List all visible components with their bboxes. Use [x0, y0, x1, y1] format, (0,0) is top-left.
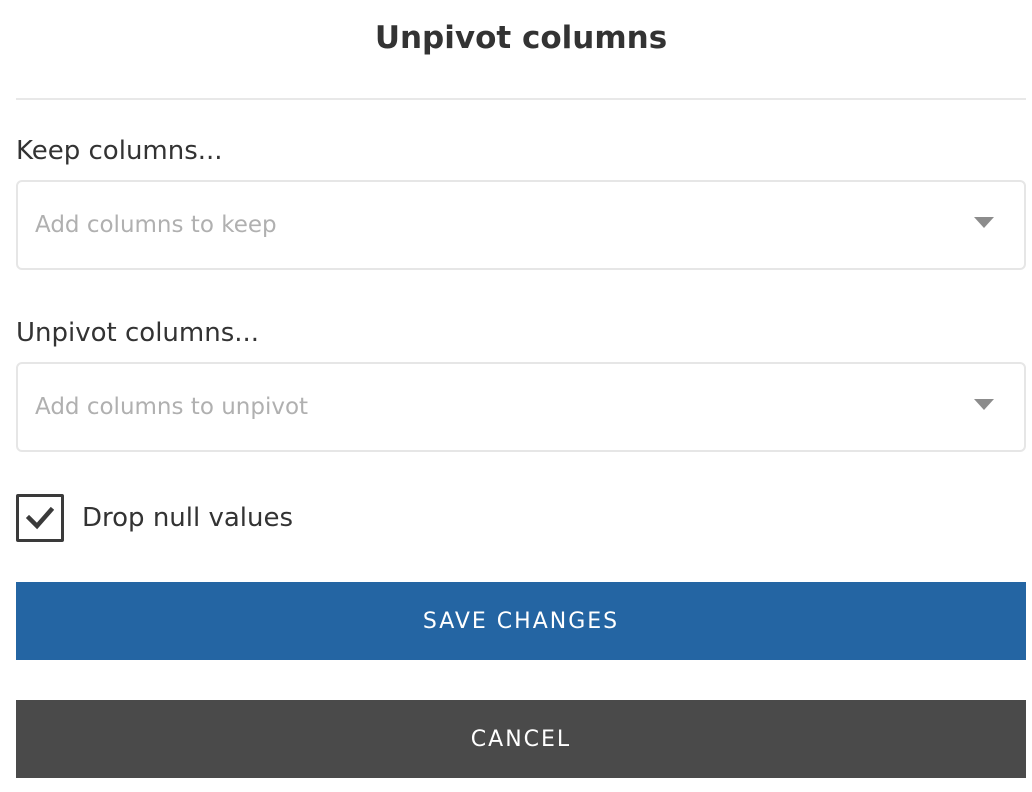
dialog-title: Unpivot columns	[374, 20, 668, 56]
unpivot-columns-select[interactable]: Add columns to unpivot	[16, 362, 1026, 452]
drop-null-values-label: Drop null values	[82, 503, 294, 533]
unpivot-columns-label: Unpivot columns...	[16, 318, 260, 348]
title-divider	[16, 98, 1026, 100]
checkmark-icon	[26, 506, 54, 530]
chevron-down-icon[interactable]	[974, 217, 994, 228]
keep-columns-label: Keep columns...	[16, 136, 223, 166]
keep-columns-select[interactable]: Add columns to keep	[16, 180, 1026, 270]
keep-columns-placeholder: Add columns to keep	[35, 212, 277, 238]
drop-null-values-option[interactable]: Drop null values	[16, 494, 293, 542]
unpivot-dialog: Unpivot columns Keep columns... Add colu…	[0, 0, 1032, 792]
drop-null-values-checkbox[interactable]	[16, 494, 64, 542]
unpivot-columns-placeholder: Add columns to unpivot	[35, 394, 309, 420]
cancel-button[interactable]: CANCEL	[16, 700, 1026, 778]
save-changes-button[interactable]: SAVE CHANGES	[16, 582, 1026, 660]
chevron-down-icon[interactable]	[974, 399, 994, 410]
